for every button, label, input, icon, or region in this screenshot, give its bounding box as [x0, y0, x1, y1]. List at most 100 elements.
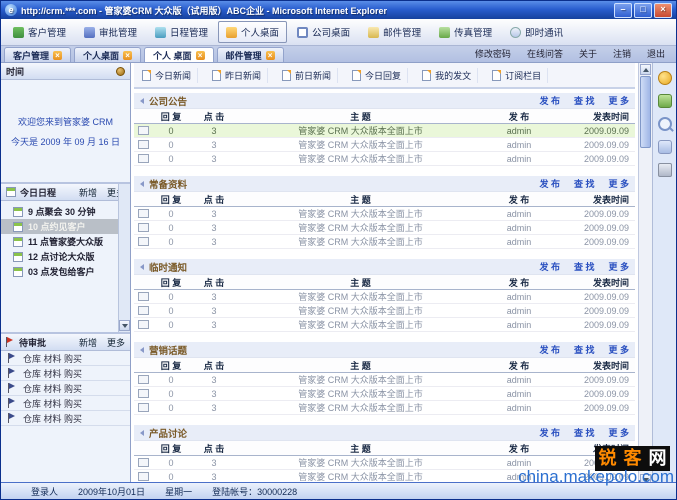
scroll-up-icon[interactable] — [640, 64, 651, 75]
post-subject-link[interactable]: 管家婆 CRM 大众版本全面上市 — [238, 207, 483, 220]
approval-more-link[interactable]: 更多 — [107, 336, 125, 349]
toolbar-button-3[interactable]: 日程管理 — [147, 21, 216, 43]
more-link[interactable]: 更 多 — [608, 260, 629, 273]
toolbar-button-8[interactable]: 即时通讯 — [502, 21, 571, 43]
news-tab-6[interactable]: 订阅栏目 — [486, 68, 548, 83]
collapse-arrow-icon[interactable] — [140, 264, 144, 270]
tab-close-icon[interactable]: × — [123, 51, 132, 60]
post-subject-link[interactable]: 管家婆 CRM 大众版本全面上市 — [238, 124, 483, 137]
table-row[interactable]: 0 3 管家婆 CRM 大众版本全面上市 admin 2009.09.09 — [134, 235, 635, 249]
schedule-item[interactable]: 9 点聚会 30 分钟 — [13, 204, 118, 219]
table-row[interactable]: 0 3 管家婆 CRM 大众版本全面上市 admin 2009.09.09 — [134, 207, 635, 221]
table-row[interactable]: 0 3 管家婆 CRM 大众版本全面上市 admin 2009.09.09 — [134, 373, 635, 387]
table-row[interactable]: 0 3 管家婆 CRM 大众版本全面上市 admin 2009.09.09 — [134, 138, 635, 152]
tab-2[interactable]: 个人桌面× — [74, 47, 141, 62]
post-subject-link[interactable]: 管家婆 CRM 大众版本全面上市 — [238, 456, 483, 469]
close-button[interactable]: × — [654, 3, 672, 18]
find-link[interactable]: 查 找 — [574, 426, 595, 439]
find-link[interactable]: 查 找 — [574, 343, 595, 356]
post-subject-link[interactable]: 管家婆 CRM 大众版本全面上市 — [238, 318, 483, 331]
top-link-5[interactable]: 退出 — [647, 47, 665, 60]
more-link[interactable]: 更 多 — [608, 426, 629, 439]
post-subject-link[interactable]: 管家婆 CRM 大众版本全面上市 — [238, 304, 483, 317]
approval-add-link[interactable]: 新增 — [79, 336, 97, 349]
tab-close-icon[interactable]: × — [53, 51, 62, 60]
find-link[interactable]: 查 找 — [574, 177, 595, 190]
schedule-item[interactable]: 03 点发包给客户 — [13, 264, 118, 279]
help-icon[interactable] — [658, 71, 672, 85]
more-link[interactable]: 更 多 — [608, 94, 629, 107]
more-link[interactable]: 更 多 — [608, 343, 629, 356]
approval-item[interactable]: 仓库 材料 购买 — [1, 396, 130, 411]
maximize-button[interactable]: □ — [634, 3, 652, 18]
news-tab-5[interactable]: 我的发文 — [416, 68, 478, 83]
post-subject-link[interactable]: 管家婆 CRM 大众版本全面上市 — [238, 221, 483, 234]
publish-link[interactable]: 发 布 — [539, 177, 560, 190]
schedule-item[interactable]: 12 点讨论大众版 — [13, 249, 118, 264]
tab-3[interactable]: 个人 桌面× — [144, 47, 214, 62]
news-tab-4[interactable]: 今日回复 — [346, 68, 408, 83]
more-link[interactable]: 更 多 — [608, 177, 629, 190]
toolbar-button-2[interactable]: 审批管理 — [76, 21, 145, 43]
news-tab-3[interactable]: 前日新闻 — [276, 68, 338, 83]
main-scrollbar[interactable] — [638, 63, 652, 486]
post-subject-link[interactable]: 管家婆 CRM 大众版本全面上市 — [238, 373, 483, 386]
toolbar-button-7[interactable]: 传真管理 — [431, 21, 500, 43]
publish-link[interactable]: 发 布 — [539, 260, 560, 273]
approval-item[interactable]: 仓库 材料 购买 — [1, 366, 130, 381]
toolbar-button-5[interactable]: 公司桌面 — [289, 21, 358, 43]
schedule-scrollbar[interactable] — [118, 184, 130, 332]
publish-link[interactable]: 发 布 — [539, 426, 560, 439]
collapse-arrow-icon[interactable] — [140, 98, 144, 104]
forward-icon[interactable] — [658, 140, 672, 154]
news-tab-2[interactable]: 昨日新闻 — [206, 68, 268, 83]
approval-item[interactable]: 仓库 材料 购买 — [1, 411, 130, 426]
approval-item[interactable]: 仓库 材料 购买 — [1, 351, 130, 366]
search-icon[interactable] — [658, 117, 672, 131]
pin-icon[interactable] — [116, 67, 125, 76]
post-subject-link[interactable]: 管家婆 CRM 大众版本全面上市 — [238, 152, 483, 165]
post-subject-link[interactable]: 管家婆 CRM 大众版本全面上市 — [238, 235, 483, 248]
top-link-4[interactable]: 注销 — [613, 47, 631, 60]
scroll-down-icon[interactable] — [119, 320, 130, 331]
collapse-arrow-icon[interactable] — [140, 181, 144, 187]
tab-1[interactable]: 客户管理× — [4, 47, 71, 62]
table-row[interactable]: 0 3 管家婆 CRM 大众版本全面上市 admin 2009.09.09 — [134, 401, 635, 415]
minimize-button[interactable]: – — [614, 3, 632, 18]
collapse-arrow-icon[interactable] — [140, 347, 144, 353]
schedule-add-link[interactable]: 新增 — [79, 186, 97, 199]
post-subject-link[interactable]: 管家婆 CRM 大众版本全面上市 — [238, 138, 483, 151]
table-row[interactable]: 0 3 管家婆 CRM 大众版本全面上市 admin 2009.09.09 — [134, 221, 635, 235]
schedule-item[interactable]: 10 点约见客户 — [1, 219, 130, 234]
title-bar[interactable]: e http://crm.***.com - 管家婆CRM 大众版（试用版）AB… — [1, 1, 676, 19]
toolbar-button-1[interactable]: 客户管理 — [5, 21, 74, 43]
collapse-arrow-icon[interactable] — [140, 430, 144, 436]
find-link[interactable]: 查 找 — [574, 94, 595, 107]
schedule-item[interactable]: 11 点管家婆大众版 — [13, 234, 118, 249]
tab-close-icon[interactable]: × — [266, 51, 275, 60]
table-row[interactable]: 0 3 管家婆 CRM 大众版本全面上市 admin 2009.09.09 — [134, 124, 635, 138]
find-link[interactable]: 查 找 — [574, 260, 595, 273]
post-subject-link[interactable]: 管家婆 CRM 大众版本全面上市 — [238, 290, 483, 303]
toolbar-button-4[interactable]: 个人桌面 — [218, 21, 287, 43]
table-row[interactable]: 0 3 管家婆 CRM 大众版本全面上市 admin 2009.09.09 — [134, 387, 635, 401]
toolbar-button-6[interactable]: 邮件管理 — [360, 21, 429, 43]
top-link-3[interactable]: 关于 — [579, 47, 597, 60]
news-tab-1[interactable]: 今日新闻 — [136, 68, 198, 83]
scrollbar-thumb[interactable] — [640, 76, 651, 148]
top-link-1[interactable]: 修改密码 — [475, 47, 511, 60]
table-row[interactable]: 0 3 管家婆 CRM 大众版本全面上市 admin 2009.09.09 — [134, 152, 635, 166]
publish-link[interactable]: 发 布 — [539, 94, 560, 107]
print-icon[interactable] — [658, 163, 672, 177]
publish-link[interactable]: 发 布 — [539, 343, 560, 356]
approval-item[interactable]: 仓库 材料 购买 — [1, 381, 130, 396]
table-row[interactable]: 0 3 管家婆 CRM 大众版本全面上市 admin 2009.09.09 — [134, 304, 635, 318]
table-row[interactable]: 0 3 管家婆 CRM 大众版本全面上市 admin 2009.09.09 — [134, 318, 635, 332]
tab-close-icon[interactable]: × — [196, 51, 205, 60]
tab-4[interactable]: 邮件管理× — [217, 47, 284, 62]
folder-icon[interactable] — [658, 94, 672, 108]
post-subject-link[interactable]: 管家婆 CRM 大众版本全面上市 — [238, 387, 483, 400]
table-row[interactable]: 0 3 管家婆 CRM 大众版本全面上市 admin 2009.09.09 — [134, 290, 635, 304]
top-link-2[interactable]: 在线问答 — [527, 47, 563, 60]
post-subject-link[interactable]: 管家婆 CRM 大众版本全面上市 — [238, 401, 483, 414]
